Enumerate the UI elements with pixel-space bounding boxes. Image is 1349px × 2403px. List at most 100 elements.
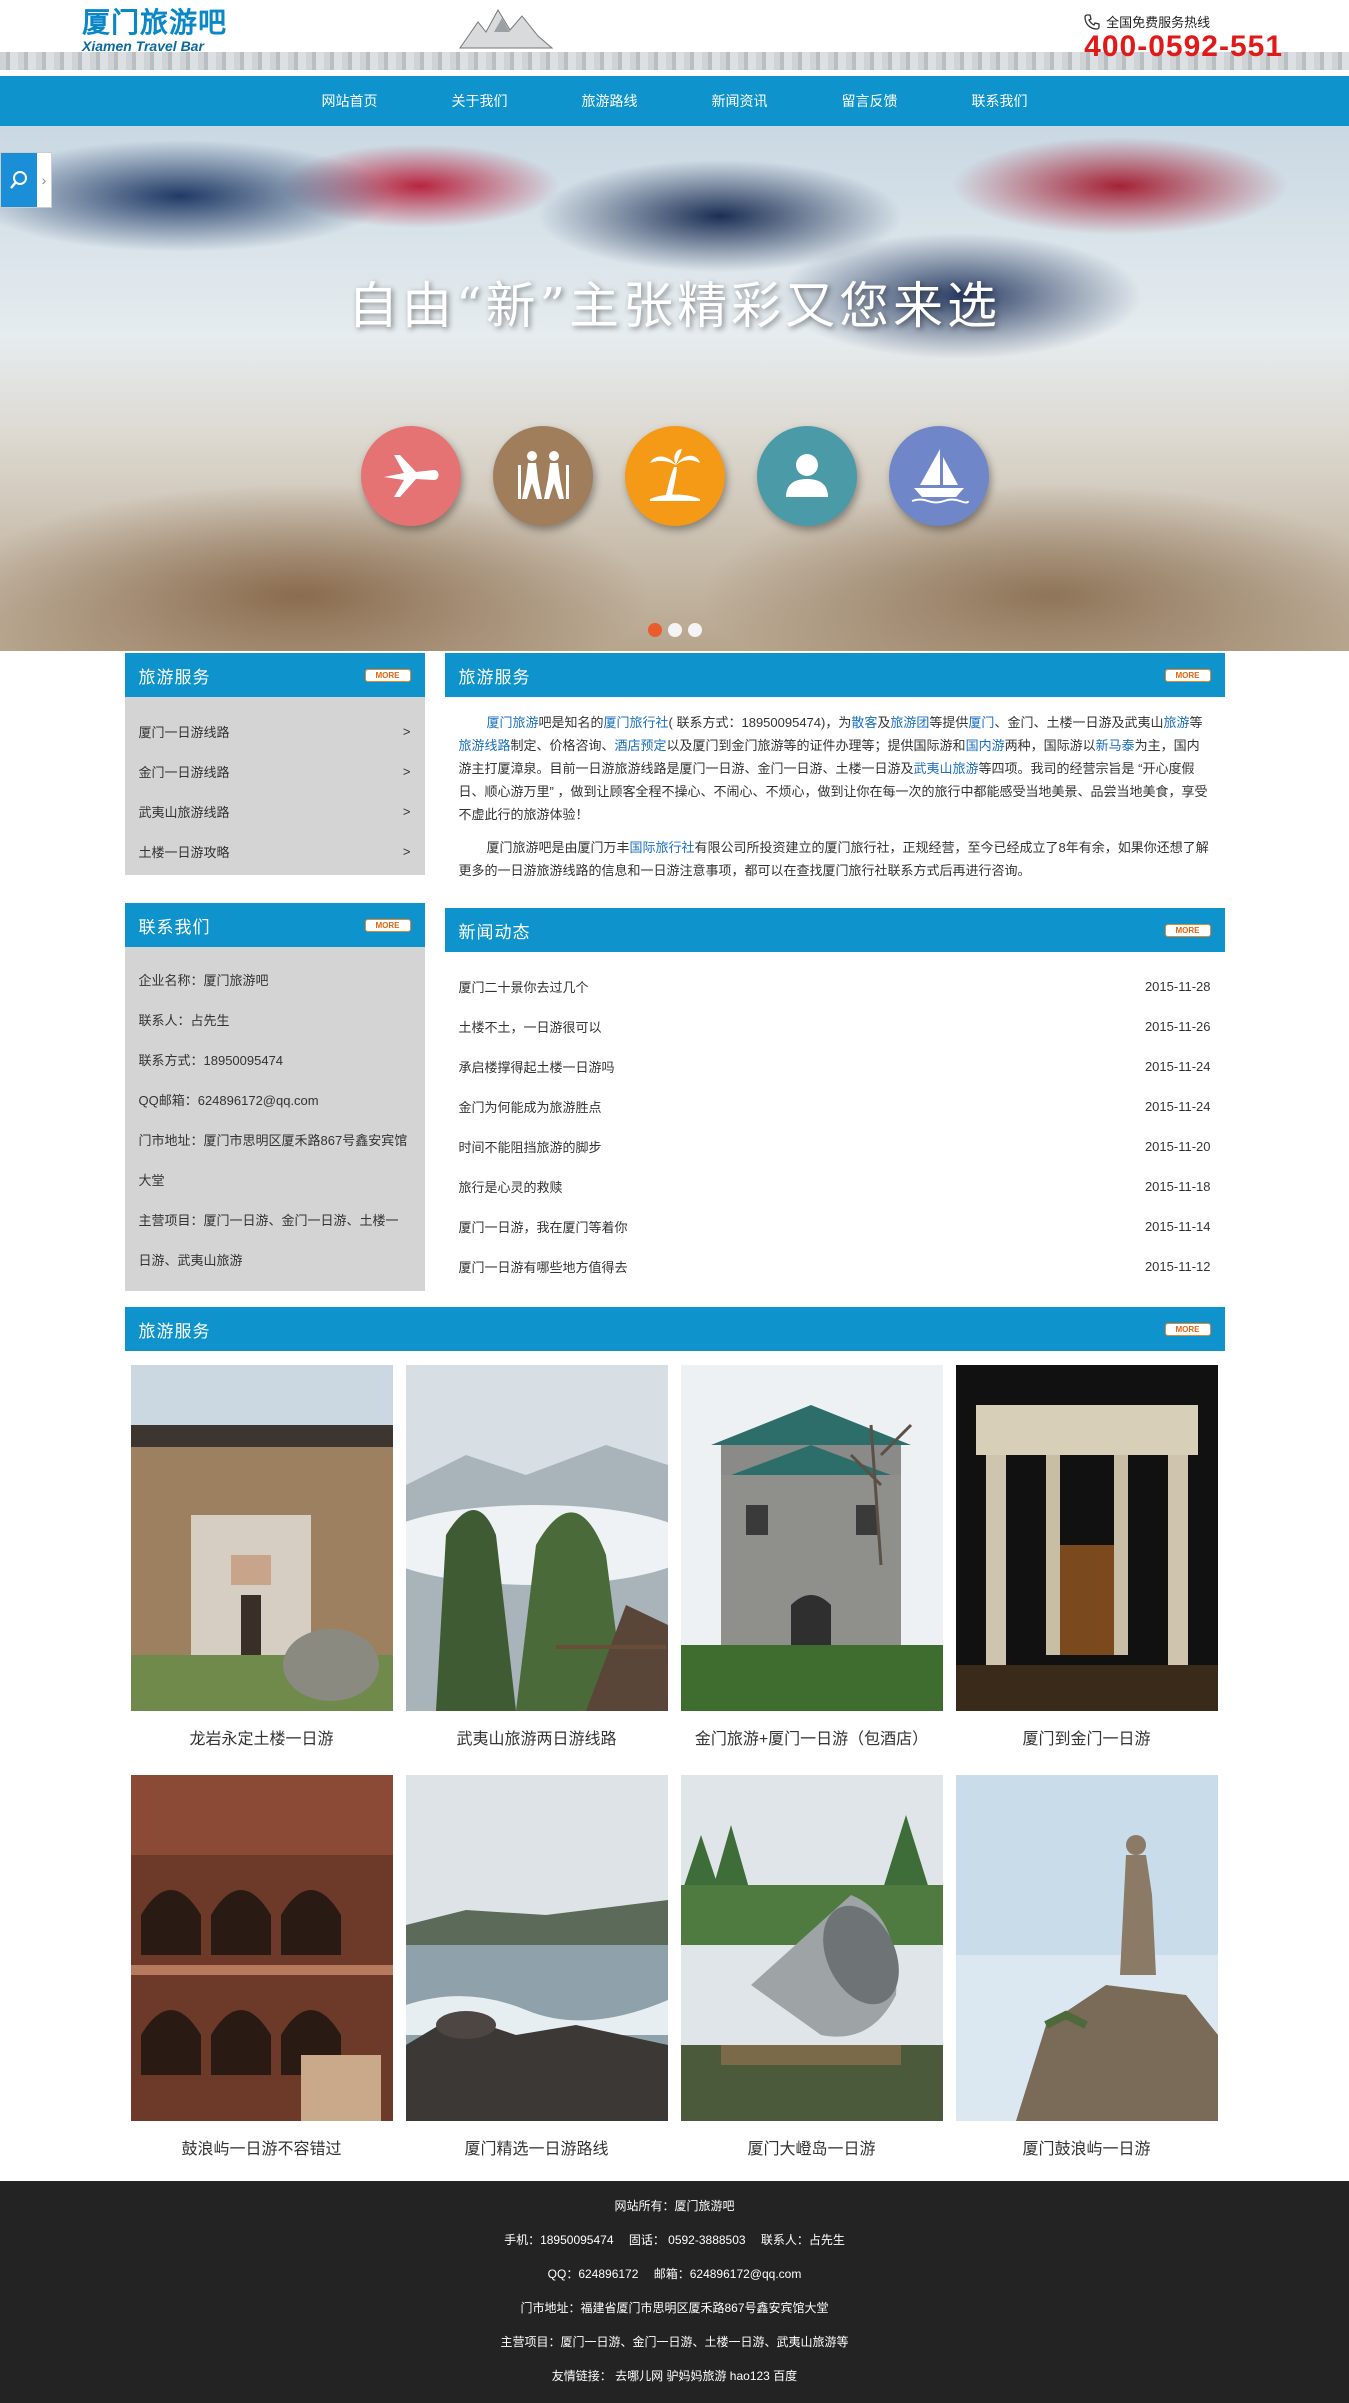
tour-card[interactable]: 金门旅游+厦门一日游（包酒店）: [680, 1365, 943, 1748]
service-link[interactable]: 厦门一日游线路 >: [139, 711, 411, 751]
intro-text-segment: 厦门旅游吧是由厦门万丰: [486, 840, 630, 855]
tour-photo[interactable]: [405, 1365, 668, 1711]
news-title: 金门为何能成为旅游胜点: [458, 1099, 602, 1115]
hikers-icon[interactable]: [492, 426, 593, 526]
more-button[interactable]: MORE: [364, 918, 411, 932]
hero-banner: › 自由“新”主张精彩又您来选: [0, 126, 1349, 651]
slider-dot[interactable]: [647, 623, 662, 637]
tour-photo[interactable]: [130, 1365, 393, 1711]
news-item[interactable]: 旅行是心灵的救赎 2015-11-18: [459, 1166, 1211, 1206]
slider-dot[interactable]: [667, 623, 682, 637]
intro-box-title: 旅游服务: [458, 667, 531, 687]
intro-text-segment: 等: [1189, 715, 1203, 730]
news-date: 2015-11-20: [1144, 1138, 1211, 1154]
news-date: 2015-11-24: [1144, 1058, 1211, 1074]
tour-title[interactable]: 金门旅游+厦门一日游（包酒店）: [681, 1725, 943, 1748]
chevron-right-icon: ›: [41, 172, 47, 188]
tour-photo[interactable]: [680, 1775, 943, 2121]
tour-title[interactable]: 厦门到金门一日游: [956, 1725, 1218, 1748]
banner-icon-row: [0, 426, 1349, 526]
contact-line: 联系人：占先生: [138, 1013, 230, 1028]
intro-keyword-link[interactable]: 厦门旅行社: [604, 715, 669, 730]
intro-box-header: 旅游服务 MORE: [444, 653, 1225, 697]
intro-keyword-link[interactable]: 旅游线路: [459, 738, 511, 753]
intro-text-segment: 制定、价格咨询、: [510, 738, 615, 753]
news-item[interactable]: 金门为何能成为旅游胜点 2015-11-24: [459, 1086, 1211, 1126]
intro-paragraph-2: 厦门旅游吧是由厦门万丰国际旅行社有限公司所投资建立的厦门旅行社，正规经营，至今已…: [459, 836, 1211, 882]
intro-keyword-link[interactable]: 厦门旅游: [487, 715, 539, 730]
tour-card[interactable]: 厦门精选一日游路线: [405, 1775, 668, 2158]
intro-keyword-link[interactable]: 旅游团: [890, 715, 929, 730]
nav-about[interactable]: 关于我们: [415, 76, 545, 126]
search-icon: [10, 171, 27, 189]
service-link[interactable]: 武夷山旅游线路 >: [139, 791, 411, 831]
intro-text-segment: 、金门、土楼一日游及武夷山: [994, 715, 1164, 730]
nav-routes[interactable]: 旅游路线: [545, 76, 675, 126]
intro-keyword-link[interactable]: 厦门: [968, 715, 994, 730]
tour-card[interactable]: 厦门到金门一日游: [955, 1365, 1218, 1748]
tours-box-header: 旅游服务 MORE: [124, 1307, 1225, 1351]
nav-contact[interactable]: 联系我们: [935, 76, 1065, 126]
slider-dot[interactable]: [687, 623, 702, 637]
tour-title[interactable]: 鼓浪屿一日游不容错过: [131, 2135, 393, 2158]
nav-home[interactable]: 网站首页: [285, 76, 415, 126]
contact-line: 主营项目：厦门一日游、金门一日游、土楼一日游、武夷山旅游: [138, 1213, 399, 1268]
palm-tree-icon[interactable]: [624, 426, 725, 526]
airplane-icon[interactable]: [360, 426, 461, 526]
tour-card[interactable]: 武夷山旅游两日游线路: [405, 1365, 668, 1748]
intro-text-segment: 吧是知名的: [538, 715, 604, 730]
news-item[interactable]: 承启楼撑得起土楼一日游吗 2015-11-24: [459, 1046, 1211, 1086]
intro-keyword-link[interactable]: 国内游: [966, 738, 1005, 753]
news-date: 2015-11-12: [1144, 1258, 1211, 1274]
intro-keyword-link[interactable]: 国际旅行社: [630, 840, 695, 855]
tour-title[interactable]: 龙岩永定土楼一日游: [131, 1725, 393, 1748]
chevron-right-icon: >: [402, 723, 411, 739]
tour-photo[interactable]: [130, 1775, 393, 2121]
tour-photo[interactable]: [955, 1775, 1218, 2121]
service-link[interactable]: 土楼一日游攻略 >: [139, 831, 411, 871]
intro-text-segment: 两种，国际游以: [1004, 738, 1096, 753]
news-box-title: 新闻动态: [458, 922, 531, 942]
news-item[interactable]: 厦门二十景你去过几个 2015-11-28: [459, 966, 1211, 1006]
service-link-label: 厦门一日游线路: [138, 724, 230, 740]
hotline-label: 全国免费服务热线: [1106, 15, 1211, 30]
tour-title[interactable]: 厦门精选一日游路线: [406, 2135, 668, 2158]
tour-card[interactable]: 龙岩永定土楼一日游: [130, 1365, 393, 1748]
intro-keyword-link[interactable]: 武夷山旅游: [914, 761, 979, 776]
news-item[interactable]: 土楼不土，一日游很可以 2015-11-26: [459, 1006, 1211, 1046]
chevron-right-icon: >: [402, 843, 411, 859]
chevron-right-icon: >: [402, 763, 411, 779]
more-button[interactable]: MORE: [1164, 923, 1211, 937]
site-logo[interactable]: 厦门旅游吧 Xiamen Travel Bar: [82, 8, 227, 55]
intro-keyword-link[interactable]: 酒店预定: [615, 738, 667, 753]
tour-card[interactable]: 厦门大嶝岛一日游: [680, 1775, 943, 2158]
more-button[interactable]: MORE: [1164, 1322, 1211, 1336]
tour-title[interactable]: 厦门大嶝岛一日游: [681, 2135, 943, 2158]
more-button[interactable]: MORE: [364, 668, 411, 682]
service-link[interactable]: 金门一日游线路 >: [139, 751, 411, 791]
tour-card[interactable]: 厦门鼓浪屿一日游: [955, 1775, 1218, 2158]
tour-title[interactable]: 厦门鼓浪屿一日游: [956, 2135, 1218, 2158]
tour-photo[interactable]: [405, 1775, 668, 2121]
intro-keyword-link[interactable]: 旅游: [1163, 715, 1189, 730]
intro-keyword-link[interactable]: 散客: [851, 715, 877, 730]
tour-photo[interactable]: [680, 1365, 943, 1711]
news-item[interactable]: 时间不能阻挡旅游的脚步 2015-11-20: [459, 1126, 1211, 1166]
intro-text-segment: 以及厦门到金门旅游等的证件办理等；提供国际游和: [666, 738, 966, 753]
news-date: 2015-11-26: [1144, 1018, 1211, 1034]
tour-title[interactable]: 武夷山旅游两日游线路: [406, 1725, 668, 1748]
search-toggle[interactable]: ›: [0, 152, 52, 208]
tour-photo[interactable]: [955, 1365, 1218, 1711]
news-title: 旅行是心灵的救赎: [458, 1179, 563, 1195]
news-item[interactable]: 厦门一日游，我在厦门等着你 2015-11-14: [459, 1206, 1211, 1246]
news-item[interactable]: 厦门一日游有哪些地方值得去 2015-11-12: [459, 1246, 1211, 1286]
intro-paragraph-1: 厦门旅游吧是知名的厦门旅行社( 联系方式：18950095474)，为散客及旅游…: [459, 711, 1211, 826]
more-button[interactable]: MORE: [1164, 668, 1211, 682]
person-icon[interactable]: [756, 426, 857, 526]
nav-news[interactable]: 新闻资讯: [675, 76, 805, 126]
intro-keyword-link[interactable]: 新马泰: [1096, 738, 1135, 753]
news-title: 厦门一日游，我在厦门等着你: [458, 1219, 628, 1235]
tour-card[interactable]: 鼓浪屿一日游不容错过: [130, 1775, 393, 2158]
sailboat-icon[interactable]: [888, 426, 989, 526]
nav-feedback[interactable]: 留言反馈: [805, 76, 935, 126]
